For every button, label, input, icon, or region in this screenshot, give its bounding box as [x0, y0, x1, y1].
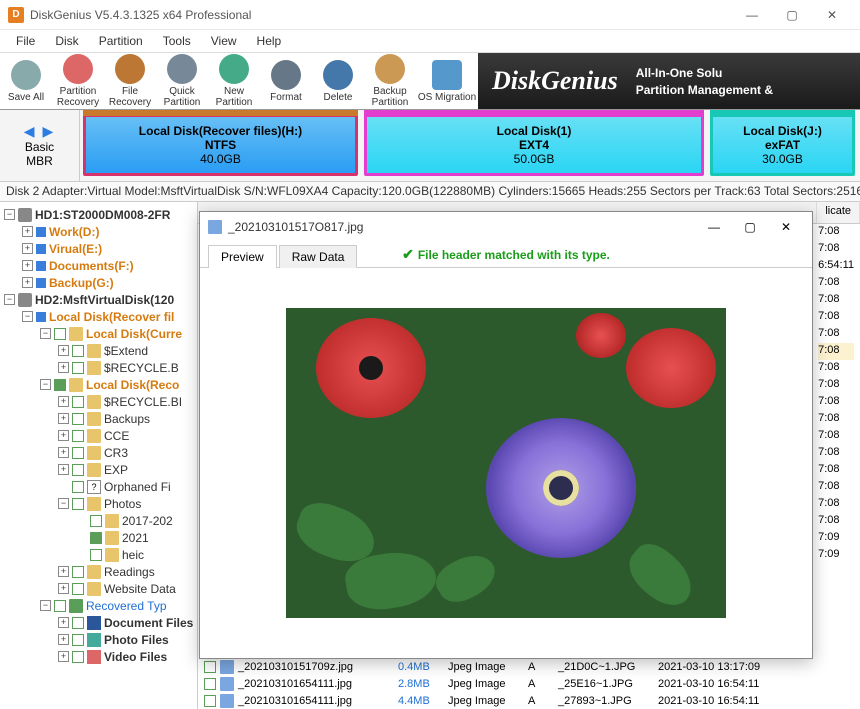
time-column: 7:087:086:54:117:087:087:087:087:087:087…: [818, 224, 854, 564]
preview-titlebar[interactable]: _202103101517O817.jpg — ▢ ✕: [200, 212, 812, 242]
folder-icon: [87, 565, 101, 579]
word-icon: [87, 616, 101, 630]
titlebar: D DiskGenius V5.4.3.1325 x64 Professiona…: [0, 0, 860, 30]
image-icon: [220, 694, 234, 708]
backup-partition-button[interactable]: Backup Partition: [364, 53, 416, 109]
video-icon: [87, 650, 101, 664]
file-row[interactable]: _20210310151709z.jpg0.4MBJpeg ImageA_21D…: [198, 658, 860, 675]
file-row[interactable]: _202103101654111.jpg2.8MBJpeg ImageA_25E…: [198, 675, 860, 692]
partition-1[interactable]: Local Disk(1) EXT4 50.0GB: [364, 114, 704, 176]
expand-icon[interactable]: +: [22, 226, 33, 237]
nav-arrows-icon[interactable]: ◀ ▶: [24, 123, 55, 140]
os-migration-button[interactable]: OS Migration: [416, 53, 478, 109]
folder-icon: [87, 344, 101, 358]
folder-icon: [87, 497, 101, 511]
check-icon: ✔: [402, 246, 414, 263]
file-recovery-button[interactable]: File Recovery: [104, 53, 156, 109]
image-icon: [220, 660, 234, 674]
folder-icon: [69, 327, 83, 341]
folder-icon: [69, 599, 83, 613]
volume-icon: [36, 278, 46, 288]
disk-status-line: Disk 2 Adapter:Virtual Model:MsftVirtual…: [0, 182, 860, 202]
menubar: File Disk Partition Tools View Help: [0, 30, 860, 52]
menu-view[interactable]: View: [201, 32, 247, 50]
close-button[interactable]: ✕: [768, 220, 804, 234]
partition-recovery-button[interactable]: Partition Recovery: [52, 53, 104, 109]
save-all-button[interactable]: Save All: [0, 53, 52, 109]
banner-tagline: All-In-One SoluPartition Management &: [636, 64, 773, 98]
menu-tools[interactable]: Tools: [153, 32, 201, 50]
folder-icon: [69, 378, 83, 392]
new-partition-button[interactable]: New Partition: [208, 53, 260, 109]
minimize-button[interactable]: —: [696, 220, 732, 234]
tab-raw-data[interactable]: Raw Data: [279, 245, 358, 268]
brand-banner: DiskGenius All-In-One SoluPartition Mana…: [478, 53, 860, 109]
folder-icon: [105, 548, 119, 562]
partition-j[interactable]: Local Disk(J:) exFAT 30.0GB: [710, 114, 855, 176]
format-button[interactable]: Format: [260, 53, 312, 109]
quick-partition-button[interactable]: Quick Partition: [156, 53, 208, 109]
menu-partition[interactable]: Partition: [89, 32, 153, 50]
question-icon: ?: [87, 480, 101, 494]
menu-file[interactable]: File: [6, 32, 45, 50]
toolbar: Save All Partition Recovery File Recover…: [0, 52, 860, 110]
checkbox[interactable]: [54, 328, 66, 340]
partition-h[interactable]: Local Disk(Recover files)(H:) NTFS 40.0G…: [83, 114, 358, 176]
disk-tree[interactable]: −HD1:ST2000DM008-2FR +Work(D:) +Virual(E…: [0, 202, 198, 709]
folder-icon: [87, 361, 101, 375]
window-title: DiskGenius V5.4.3.1325 x64 Professional: [30, 8, 732, 22]
folder-icon: [87, 463, 101, 477]
collapse-icon[interactable]: −: [4, 209, 15, 220]
disk-type[interactable]: ◀ ▶ Basic MBR: [0, 110, 80, 181]
volume-icon: [36, 244, 46, 254]
folder-icon: [87, 429, 101, 443]
folder-icon: [87, 412, 101, 426]
file-row[interactable]: _202103101654111.jpg4.4MBJpeg ImageA_278…: [198, 692, 860, 709]
partition-map: ◀ ▶ Basic MBR Local Disk(Recover files)(…: [0, 110, 860, 182]
preview-window: _202103101517O817.jpg — ▢ ✕ Preview Raw …: [199, 211, 813, 659]
preview-image-area: [200, 268, 812, 658]
menu-disk[interactable]: Disk: [45, 32, 88, 50]
maximize-button[interactable]: ▢: [772, 0, 812, 30]
volume-icon: [36, 312, 46, 322]
close-button[interactable]: ✕: [812, 0, 852, 30]
volume-icon: [36, 227, 46, 237]
folder-icon: [87, 582, 101, 596]
preview-tabs: Preview Raw Data ✔File header matched wi…: [200, 242, 812, 268]
header-match-message: ✔File header matched with its type.: [402, 246, 610, 263]
tab-preview[interactable]: Preview: [208, 245, 277, 268]
minimize-button[interactable]: —: [732, 0, 772, 30]
hdd-icon: [18, 293, 32, 307]
maximize-button[interactable]: ▢: [732, 220, 768, 234]
banner-title: DiskGenius: [492, 66, 618, 96]
image-icon: [220, 677, 234, 691]
image-icon: [208, 220, 222, 234]
folder-icon: [105, 531, 119, 545]
preview-image: [286, 308, 726, 618]
menu-help[interactable]: Help: [247, 32, 292, 50]
folder-icon: [105, 514, 119, 528]
preview-filename: _202103101517O817.jpg: [228, 220, 696, 234]
folder-icon: [87, 446, 101, 460]
folder-icon: [87, 395, 101, 409]
photo-icon: [87, 633, 101, 647]
app-logo: D: [8, 7, 24, 23]
volume-icon: [36, 261, 46, 271]
hdd-icon: [18, 208, 32, 222]
delete-button[interactable]: Delete: [312, 53, 364, 109]
